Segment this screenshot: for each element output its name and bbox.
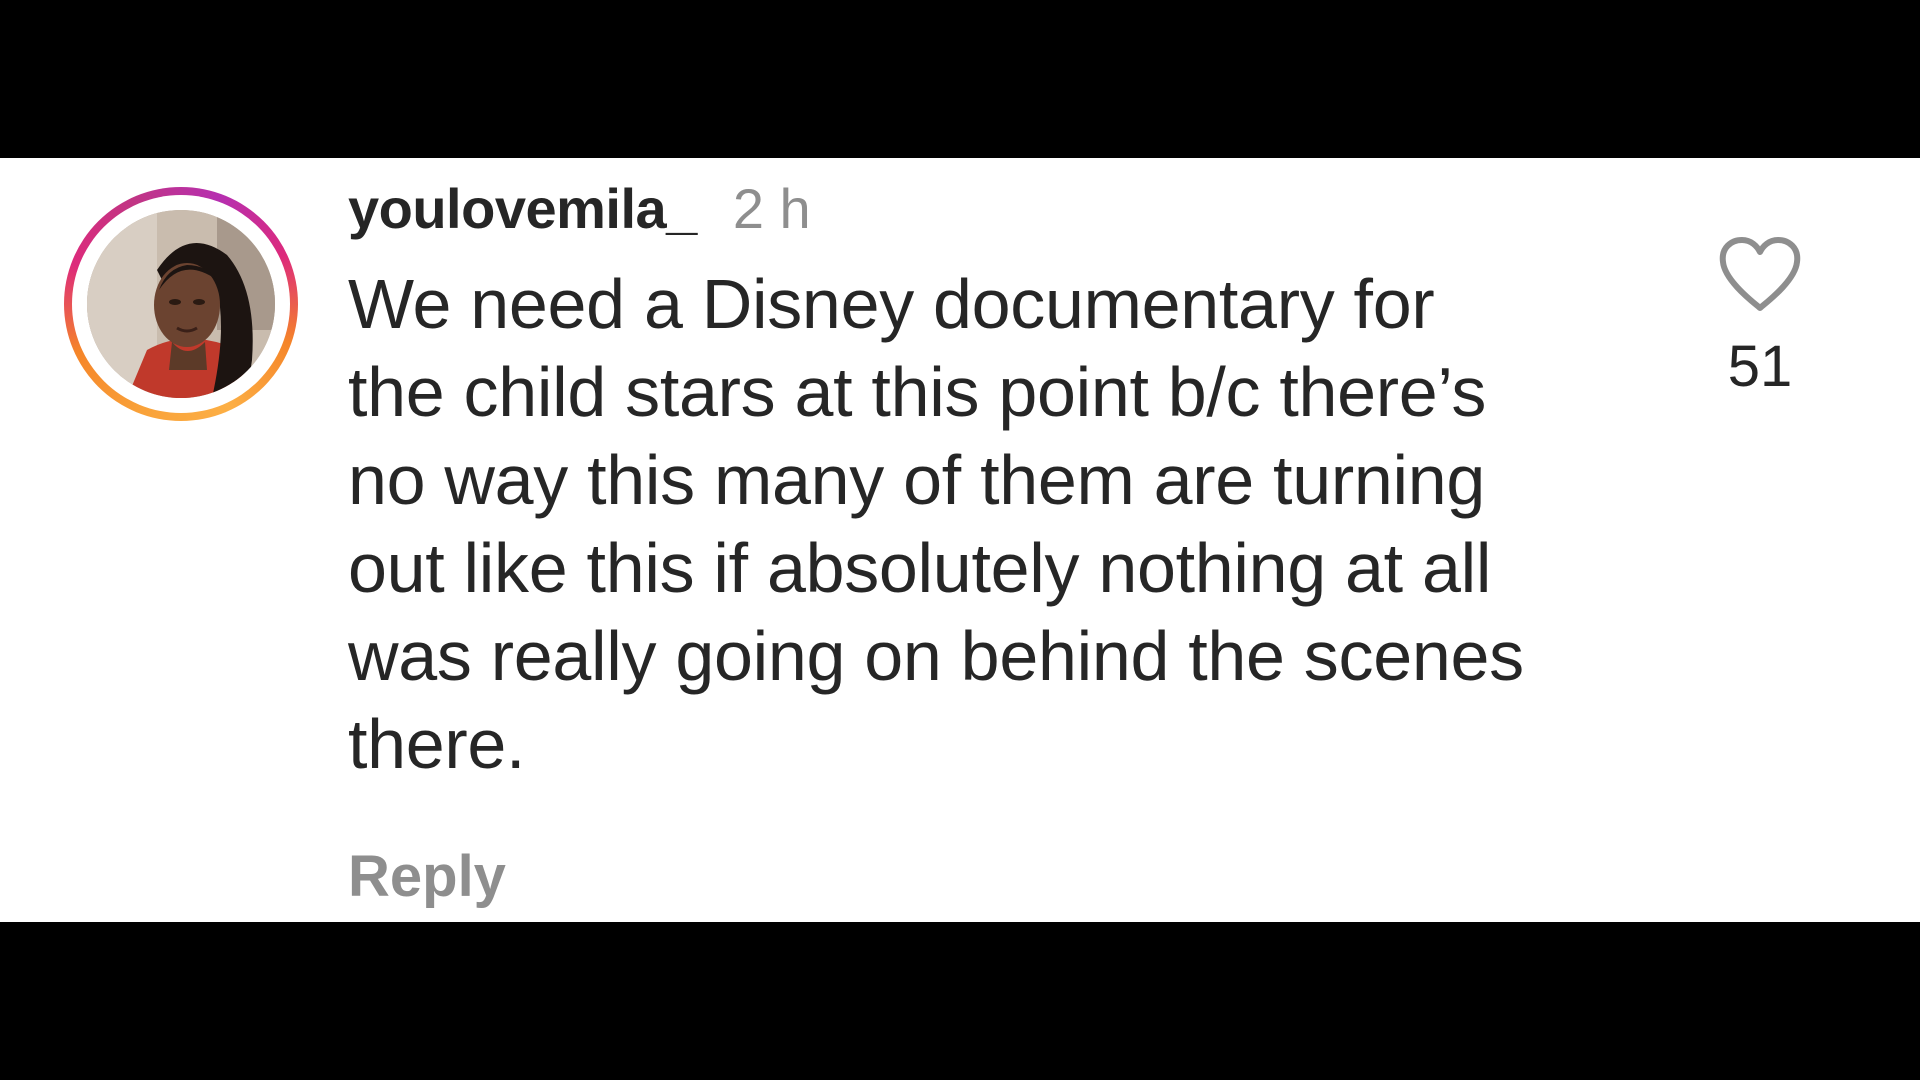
like-area: 51 — [1700, 236, 1820, 400]
heart-outline-icon[interactable] — [1717, 236, 1803, 314]
comment-text-line: no way this many of them are turning — [348, 441, 1485, 519]
comment-text-line: We need a Disney documentary for — [348, 265, 1435, 343]
comment-text: We need a Disney documentary for the chi… — [348, 260, 1648, 788]
comment-meta: youlovemila_ 2 h — [348, 176, 1648, 248]
reply-button[interactable]: Reply — [348, 843, 506, 910]
comment-text-line: the child stars at this point b/c there’… — [348, 353, 1487, 431]
username-link[interactable]: youlovemila_ — [348, 176, 697, 241]
avatar[interactable] — [87, 210, 275, 398]
comment-body: youlovemila_ 2 h We need a Disney docume… — [348, 176, 1648, 788]
screenshot-frame: youlovemila_ 2 h We need a Disney docume… — [0, 0, 1920, 1080]
comment-card: youlovemila_ 2 h We need a Disney docume… — [0, 158, 1920, 922]
like-count: 51 — [1727, 334, 1793, 399]
avatar-ring-gap — [72, 195, 290, 413]
avatar-photo-image — [87, 210, 275, 398]
comment-text-line: out like this if absolutely nothing at a… — [348, 529, 1492, 607]
comment-text-line: was really going on behind the scenes — [348, 617, 1524, 695]
comment-text-line: there. — [348, 705, 526, 783]
comment-timestamp: 2 h — [732, 177, 811, 240]
story-ring[interactable] — [64, 187, 298, 421]
